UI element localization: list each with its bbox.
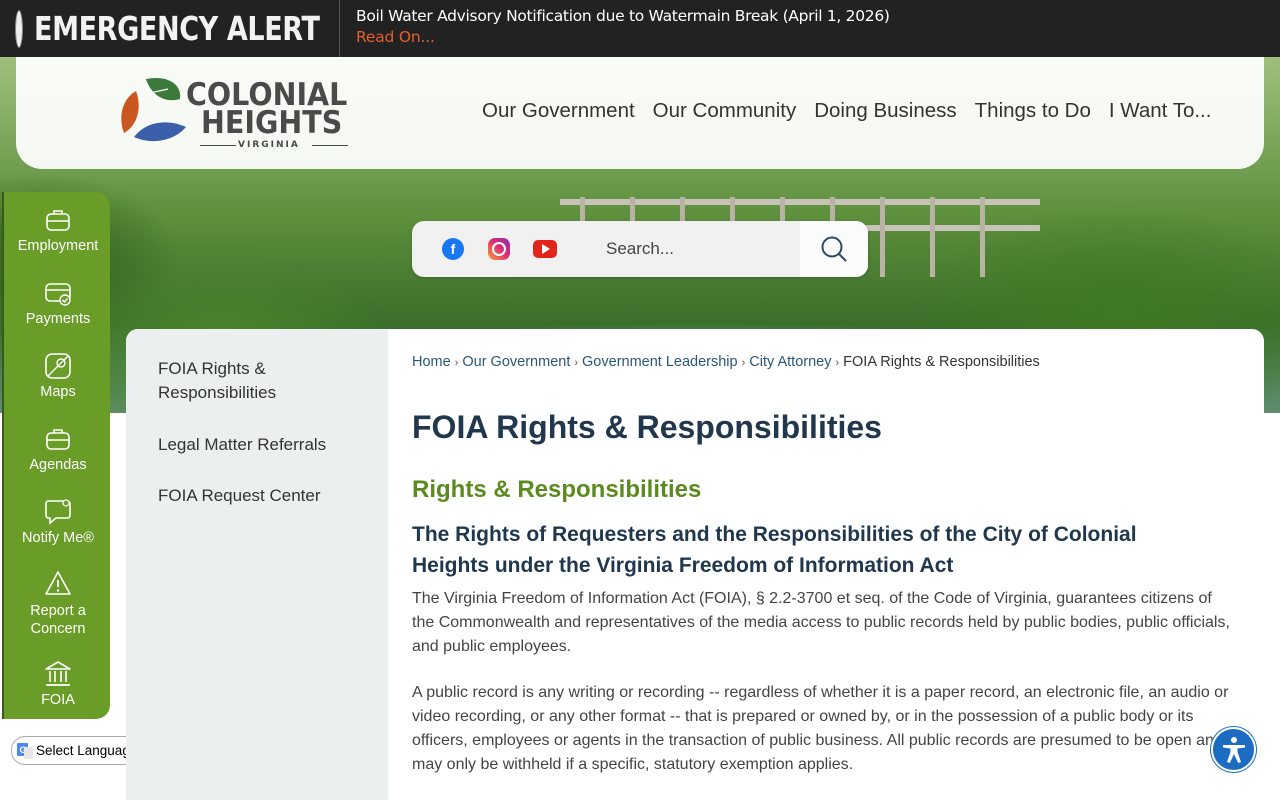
breadcrumb-our-government[interactable]: Our Government bbox=[462, 354, 570, 370]
quicklink-foia[interactable]: FOIA bbox=[4, 660, 112, 708]
breadcrumb-separator-icon: › bbox=[835, 357, 840, 369]
paragraph-foia-intro: The Virginia Freedom of Information Act … bbox=[412, 590, 1230, 655]
facebook-icon[interactable]: f bbox=[442, 238, 464, 260]
quicklink-label: Notify Me® bbox=[22, 530, 94, 546]
quicklink-agendas[interactable]: Agendas bbox=[4, 425, 112, 473]
content-card: FOIA Rights & Responsibilities Legal Mat… bbox=[126, 329, 1264, 800]
youtube-icon[interactable] bbox=[533, 240, 557, 258]
breadcrumb-separator-icon: › bbox=[574, 357, 579, 369]
logo-line-heights: HEIGHTS bbox=[201, 105, 343, 141]
nav-i-want-to[interactable]: I Want To... bbox=[1109, 99, 1212, 123]
quicklink-notify-me[interactable]: Notify Me® bbox=[4, 498, 112, 546]
quicklink-maps[interactable]: Maps bbox=[4, 352, 112, 400]
logo-line-virginia: VIRGINIA bbox=[238, 140, 300, 150]
main-navigation: Our Government Our Community Doing Busin… bbox=[482, 99, 1229, 123]
quicklinks-rail: Employment Payments Maps Agendas Notify … bbox=[2, 192, 110, 719]
accessibility-button[interactable] bbox=[1211, 727, 1256, 772]
breadcrumb: Home › Our Government › Government Leadershi… bbox=[412, 354, 1040, 370]
section-heading: The Rights of Requesters and the Respons… bbox=[412, 523, 1137, 577]
map-icon bbox=[45, 353, 71, 379]
search-icon bbox=[821, 236, 847, 262]
leaf-logo-icon bbox=[121, 77, 186, 142]
chat-bubble-icon bbox=[45, 499, 71, 525]
alert-title: EMERGENCY ALERT bbox=[34, 9, 320, 48]
breadcrumb-city-attorney[interactable]: City Attorney bbox=[749, 354, 831, 370]
nav-our-government[interactable]: Our Government bbox=[482, 99, 635, 123]
page-title: FOIA Rights & Responsibilities bbox=[412, 409, 882, 445]
breadcrumb-separator-icon: › bbox=[741, 357, 746, 369]
alert-siren-icon bbox=[16, 10, 22, 47]
accessibility-icon bbox=[1222, 736, 1245, 763]
sidenav-foia-rights[interactable]: FOIA Rights & Responsibilities bbox=[158, 357, 338, 405]
side-navigation: FOIA Rights & Responsibilities Legal Mat… bbox=[126, 329, 388, 800]
nav-doing-business[interactable]: Doing Business bbox=[814, 99, 956, 123]
quicklink-label: Employment bbox=[17, 238, 99, 254]
quicklink-label: FOIA bbox=[41, 692, 75, 708]
sidenav-foia-request-center[interactable]: FOIA Request Center bbox=[158, 484, 321, 508]
briefcase-icon bbox=[46, 210, 70, 231]
quicklink-payments[interactable]: Payments bbox=[4, 279, 112, 327]
breadcrumb-home[interactable]: Home bbox=[412, 354, 451, 370]
alert-message-box: Boil Water Advisory Notification due to … bbox=[340, 0, 890, 57]
paragraph-public-record: A public record is any writing or record… bbox=[412, 684, 1229, 773]
briefcase-icon bbox=[46, 429, 70, 450]
search-bar: f bbox=[412, 221, 868, 277]
city-logo[interactable]: COLONIAL HEIGHTS VIRGINIA bbox=[116, 73, 356, 153]
breadcrumb-separator-icon: › bbox=[454, 357, 459, 369]
alert-read-on-link[interactable]: Read On... bbox=[356, 28, 890, 46]
credit-card-icon bbox=[45, 283, 71, 306]
language-select-label: Select Language bbox=[36, 743, 138, 758]
breadcrumb-government-leadership[interactable]: Government Leadership bbox=[582, 354, 738, 370]
quicklink-employment[interactable]: Employment bbox=[4, 206, 112, 254]
warning-icon bbox=[45, 571, 71, 595]
quicklink-label: Report a Concern bbox=[30, 603, 86, 637]
quicklink-label: Maps bbox=[40, 384, 76, 400]
breadcrumb-current: FOIA Rights & Responsibilities bbox=[843, 354, 1040, 370]
search-input[interactable] bbox=[584, 221, 800, 277]
logo-divider-right bbox=[312, 145, 348, 146]
building-icon bbox=[45, 661, 71, 686]
search-button[interactable] bbox=[800, 221, 868, 277]
section-subtitle: Rights & Responsibilities bbox=[412, 476, 702, 503]
alert-message[interactable]: Boil Water Advisory Notification due to … bbox=[356, 7, 890, 25]
google-translate-icon: G bbox=[17, 742, 33, 759]
sidenav-legal-matter-referrals[interactable]: Legal Matter Referrals bbox=[158, 433, 326, 457]
logo-divider-left bbox=[200, 145, 236, 146]
nav-things-to-do[interactable]: Things to Do bbox=[975, 99, 1091, 123]
instagram-icon[interactable] bbox=[488, 238, 510, 260]
nav-our-community[interactable]: Our Community bbox=[653, 99, 797, 123]
quicklink-label: Payments bbox=[25, 311, 91, 327]
emergency-alert-bar: EMERGENCY ALERT Boil Water Advisory Noti… bbox=[0, 0, 1280, 57]
quicklink-report-concern[interactable]: Report a Concern bbox=[4, 570, 112, 638]
site-header: COLONIAL HEIGHTS VIRGINIA Our Government… bbox=[16, 57, 1264, 169]
quicklink-label: Agendas bbox=[29, 457, 87, 473]
alert-label-box: EMERGENCY ALERT bbox=[0, 0, 340, 57]
